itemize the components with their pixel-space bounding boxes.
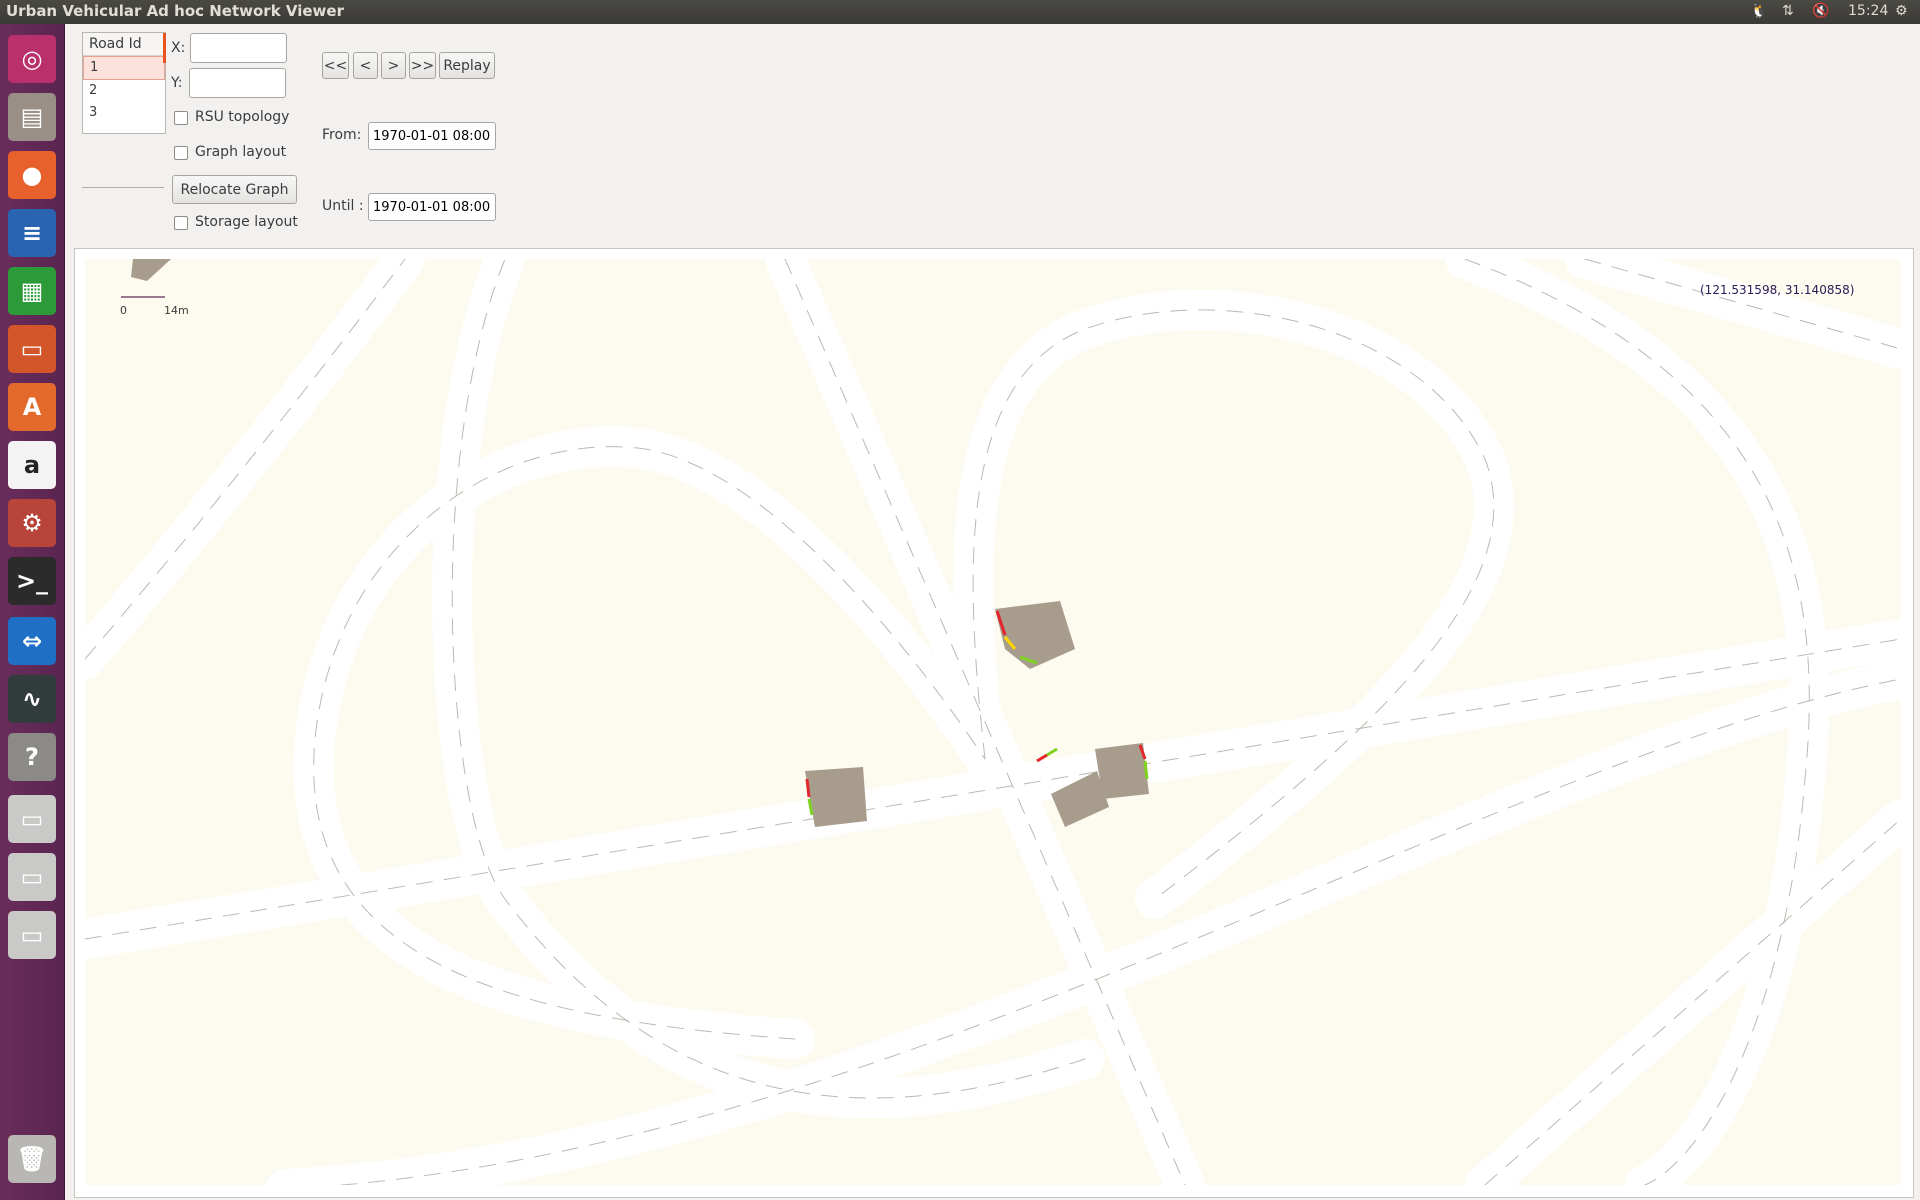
launcher-item[interactable]: ◎	[5, 32, 59, 86]
terminal-icon: >_	[8, 557, 56, 605]
from-label: From:	[322, 127, 362, 143]
x-label: X:	[171, 40, 186, 56]
firefox-icon: ●	[8, 151, 56, 199]
amazon-icon: a	[8, 441, 56, 489]
impress-icon: ▭	[8, 325, 56, 373]
clock[interactable]: 15:24	[1848, 3, 1888, 19]
junction	[805, 767, 867, 827]
launcher-item[interactable]: ∿	[5, 672, 59, 726]
files-icon: ▤	[8, 93, 56, 141]
last-frame-button[interactable]: >>	[409, 52, 436, 79]
ubuntu-dash-icon: ◎	[8, 35, 56, 83]
from-time-input[interactable]	[368, 122, 496, 150]
tux-icon[interactable]: 🐧	[1750, 3, 1767, 19]
signal-green	[1143, 760, 1149, 780]
launcher-item[interactable]: ⇔	[5, 614, 59, 668]
writer-icon: ≡	[8, 209, 56, 257]
replay-button[interactable]: Replay	[439, 52, 495, 79]
launcher-item[interactable]: ?	[5, 730, 59, 784]
scale-start-label: 0	[120, 304, 127, 317]
rsu-topology-label: RSU topology	[195, 109, 290, 125]
launcher-item[interactable]: ⚙	[5, 496, 59, 550]
launcher-item[interactable]: ▦	[5, 264, 59, 318]
teamviewer-icon: ⇔	[8, 617, 56, 665]
launcher-item[interactable]: ●	[5, 148, 59, 202]
y-input[interactable]	[189, 68, 286, 98]
rsu-topology-checkbox[interactable]	[174, 111, 188, 125]
launcher-item[interactable]: ≡	[5, 206, 59, 260]
top-panel: Urban Vehicular Ad hoc Network Viewer 🐧 …	[0, 0, 1920, 24]
launcher-item[interactable]: ▭	[5, 850, 59, 904]
scale-end-label: 14m	[164, 304, 189, 317]
graph-layout-label: Graph layout	[195, 144, 287, 160]
network-icon[interactable]: ⇅	[1782, 3, 1794, 19]
road-id-row[interactable]: 1	[83, 56, 165, 80]
road-id-row[interactable]: 2	[83, 80, 165, 102]
disk-icon-1: ▭	[8, 795, 56, 843]
launcher-item[interactable]: ▤	[5, 90, 59, 144]
launcher-item[interactable]: A	[5, 380, 59, 434]
calc-icon: ▦	[8, 267, 56, 315]
system-gear-icon[interactable]: ⚙	[1895, 3, 1908, 19]
previous-frame-button[interactable]: <	[353, 52, 378, 79]
launcher-item[interactable]: ▭	[5, 792, 59, 846]
launcher: ◎ ▤ ● ≡ ▦ ▭ Aa ⚙ >_ ⇔ ∿? ▭ ▭ ▭ 🗑	[0, 24, 65, 1200]
until-label: Until :	[322, 198, 364, 214]
divider	[82, 187, 164, 188]
road-map-canvas[interactable]	[85, 259, 1901, 1185]
road-id-list[interactable]: Road Id 1 2 3	[82, 32, 166, 134]
until-time-input[interactable]	[368, 193, 496, 221]
software-center-icon: A	[8, 383, 56, 431]
launcher-item[interactable]: a	[5, 438, 59, 492]
road-id-row[interactable]: 3	[83, 102, 165, 124]
disk-icon-2: ▭	[8, 853, 56, 901]
map-frame	[74, 248, 1914, 1198]
storage-layout-checkbox[interactable]	[174, 216, 188, 230]
disk-icon-3: ▭	[8, 911, 56, 959]
x-input[interactable]	[190, 33, 287, 63]
list-scroll-indicator	[163, 33, 166, 63]
system-monitor-icon: ∿	[8, 675, 56, 723]
next-frame-button[interactable]: >	[381, 52, 406, 79]
help-icon: ?	[8, 733, 56, 781]
launcher-item[interactable]: 🗑	[5, 1132, 59, 1186]
first-frame-button[interactable]: <<	[322, 52, 349, 79]
signal-red	[805, 778, 811, 798]
window-title: Urban Vehicular Ad hoc Network Viewer	[6, 2, 344, 20]
launcher-item[interactable]: ▭	[5, 908, 59, 962]
coordinate-readout: (121.531598, 31.140858)	[1700, 283, 1855, 297]
storage-layout-label: Storage layout	[195, 214, 298, 230]
relocate-graph-button[interactable]: Relocate Graph	[172, 175, 297, 204]
volume-icon[interactable]: 🔇	[1812, 3, 1829, 19]
graph-layout-checkbox[interactable]	[174, 146, 188, 160]
road-id-header[interactable]: Road Id	[83, 33, 165, 56]
launcher-item[interactable]: >_	[5, 554, 59, 608]
launcher-item[interactable]: ▭	[5, 322, 59, 376]
system-settings-icon: ⚙	[8, 499, 56, 547]
y-label: Y:	[171, 75, 183, 91]
trash-icon: 🗑	[8, 1135, 56, 1183]
